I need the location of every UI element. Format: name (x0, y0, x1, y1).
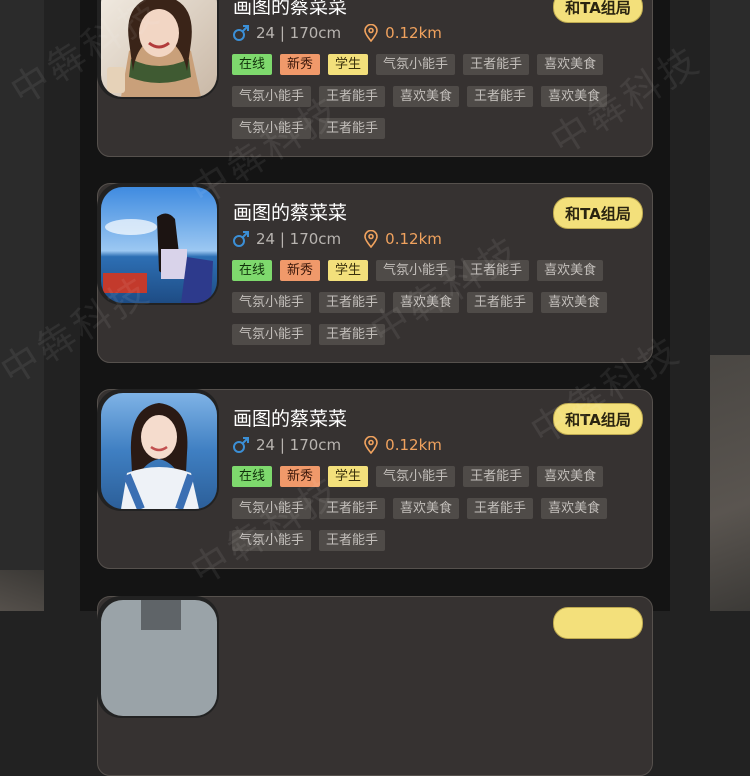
location-pin-icon (364, 436, 378, 454)
tag: 王者能手 (467, 498, 534, 519)
tag-online: 在线 (232, 54, 273, 75)
background-left-shade (0, 570, 44, 611)
avatar-photo-scarf-girl (101, 0, 217, 97)
distance: 0.12km (385, 436, 442, 454)
tag-student: 学生 (328, 466, 369, 487)
location-pin-icon (364, 230, 378, 248)
male-icon (233, 437, 249, 453)
join-group-button[interactable] (553, 607, 643, 639)
tag: 王者能手 (463, 466, 530, 487)
user-card[interactable]: 画图的蔡菜菜 和TA组局 24 | 170cm 0.12km 在线 新秀 学生 … (97, 0, 653, 157)
user-name: 画图的蔡菜菜 (233, 0, 348, 18)
avatar-photo-seaside-girl (101, 187, 217, 303)
tag: 喜欢美食 (541, 292, 608, 313)
tag: 王者能手 (463, 54, 530, 75)
tag: 气氛小能手 (232, 498, 312, 519)
tag: 气氛小能手 (232, 292, 312, 313)
avatar-photo-braid-girl (101, 393, 217, 509)
join-group-button[interactable]: 和TA组局 (553, 403, 643, 435)
tag-new: 新秀 (280, 54, 321, 75)
join-group-button[interactable]: 和TA组局 (553, 197, 643, 229)
tag: 喜欢美食 (393, 498, 460, 519)
user-meta: 24 | 170cm 0.12km (232, 23, 442, 43)
tag-new: 新秀 (280, 466, 321, 487)
avatar-photo (101, 600, 217, 716)
tag: 气氛小能手 (232, 324, 312, 345)
tag: 气氛小能手 (376, 466, 456, 487)
user-name: 画图的蔡菜菜 (233, 408, 348, 430)
tag: 气氛小能手 (232, 530, 312, 551)
location-pin-icon (364, 24, 378, 42)
tag-student: 学生 (328, 54, 369, 75)
user-name: 画图的蔡菜菜 (233, 202, 348, 224)
tag: 王者能手 (319, 530, 386, 551)
avatar[interactable] (97, 183, 219, 305)
age-height: 24 | 170cm (256, 24, 342, 42)
tag: 喜欢美食 (541, 498, 608, 519)
tag: 气氛小能手 (376, 260, 456, 281)
tag: 王者能手 (463, 260, 530, 281)
tag: 喜欢美食 (537, 54, 604, 75)
distance: 0.12km (385, 24, 442, 42)
user-card[interactable]: 画图的蔡菜菜 和TA组局 24 | 170cm 0.12km 在线 新秀 学生 … (97, 389, 653, 569)
age-height: 24 | 170cm (256, 436, 342, 454)
join-group-button[interactable]: 和TA组局 (553, 0, 643, 23)
background-right-shade (710, 355, 750, 611)
tag: 喜欢美食 (393, 86, 460, 107)
user-card[interactable]: 画图的蔡菜菜 和TA组局 24 | 170cm 0.12km 在线 新秀 学生 … (97, 183, 653, 363)
background-left (0, 0, 44, 611)
tag: 喜欢美食 (537, 260, 604, 281)
tag: 王者能手 (319, 118, 386, 139)
tag-online: 在线 (232, 466, 273, 487)
tag: 王者能手 (319, 86, 386, 107)
distance: 0.12km (385, 230, 442, 248)
tag: 喜欢美食 (537, 466, 604, 487)
tag: 王者能手 (319, 292, 386, 313)
tag: 喜欢美食 (393, 292, 460, 313)
tag: 喜欢美食 (541, 86, 608, 107)
tag-list: 在线 新秀 学生 气氛小能手 王者能手 喜欢美食 气氛小能手 王者能手 喜欢美食… (232, 260, 642, 345)
tag: 王者能手 (319, 498, 386, 519)
avatar[interactable] (97, 596, 219, 718)
tag: 王者能手 (467, 292, 534, 313)
tag-student: 学生 (328, 260, 369, 281)
tag: 气氛小能手 (376, 54, 456, 75)
avatar[interactable] (97, 389, 219, 511)
tag: 气氛小能手 (232, 86, 312, 107)
age-height: 24 | 170cm (256, 230, 342, 248)
tag: 气氛小能手 (232, 118, 312, 139)
male-icon (233, 231, 249, 247)
user-meta: 24 | 170cm 0.12km (232, 229, 442, 249)
tag-list: 在线 新秀 学生 气氛小能手 王者能手 喜欢美食 气氛小能手 王者能手 喜欢美食… (232, 466, 642, 551)
male-icon (233, 25, 249, 41)
tag: 王者能手 (319, 324, 386, 345)
tag-new: 新秀 (280, 260, 321, 281)
user-card[interactable] (97, 596, 653, 776)
avatar[interactable] (97, 0, 219, 99)
user-meta: 24 | 170cm 0.12km (232, 435, 442, 455)
tag: 王者能手 (467, 86, 534, 107)
tag-online: 在线 (232, 260, 273, 281)
tag-list: 在线 新秀 学生 气氛小能手 王者能手 喜欢美食 气氛小能手 王者能手 喜欢美食… (232, 54, 642, 139)
